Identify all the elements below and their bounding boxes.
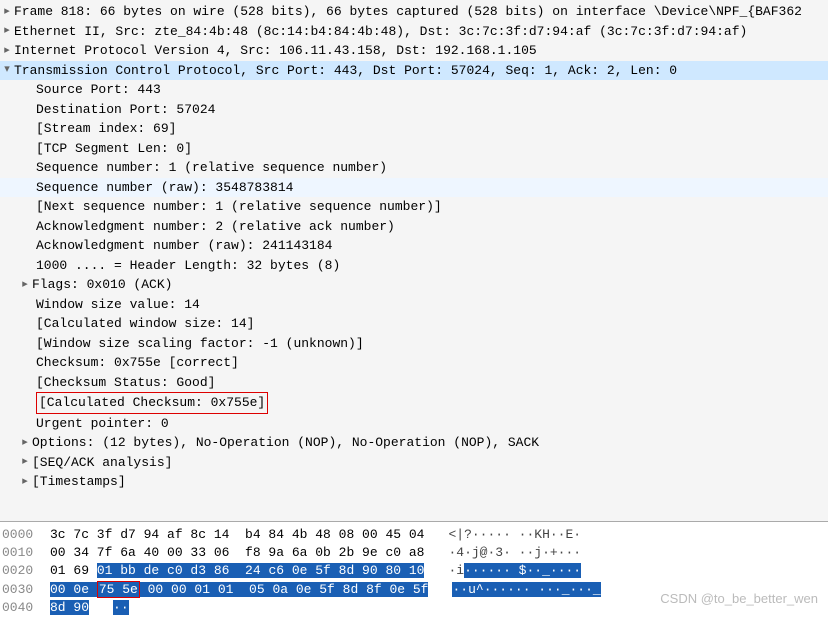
window-scale-text: [Window size scaling factor: -1 (unknown…: [36, 334, 364, 354]
hex-row-0000[interactable]: 0000 3c 7c 3f d7 94 af 8c 14 b4 84 4b 48…: [2, 526, 828, 544]
hex-bytes: 00 34 7f 6a 40 00 33 06 f8 9a 6a 0b 2b 9…: [50, 544, 424, 562]
chevron-right-icon[interactable]: ▸: [18, 474, 32, 491]
hex-ascii: ·4·j@·3· ··j·+···: [424, 544, 581, 562]
hex-bytes: 00 0e 75 5e 00 00 01 01 05 0a 0e 5f 8d 8…: [50, 581, 428, 599]
ack-number-text: Acknowledgment number: 2 (relative ack n…: [36, 217, 395, 237]
urgent-row[interactable]: Urgent pointer: 0: [0, 414, 828, 434]
watermark: CSDN @to_be_better_wen: [660, 589, 818, 609]
flags-row[interactable]: ▸ Flags: 0x010 (ACK): [0, 275, 828, 295]
hex-offset: 0000: [2, 526, 50, 544]
ack-number-row[interactable]: Acknowledgment number: 2 (relative ack n…: [0, 217, 828, 237]
frame-summary-text: Frame 818: 66 bytes on wire (528 bits), …: [14, 2, 802, 22]
tcp-seglen-row[interactable]: [TCP Segment Len: 0]: [0, 139, 828, 159]
checksum-bytes-highlight: 75 5e: [97, 581, 140, 598]
dest-port-row[interactable]: Destination Port: 57024: [0, 100, 828, 120]
seq-raw-text: Sequence number (raw): 3548783814: [36, 178, 293, 198]
hex-bytes: 01 69 01 bb de c0 d3 86 24 c6 0e 5f 8d 9…: [50, 562, 424, 580]
chevron-right-icon[interactable]: ▸: [0, 4, 14, 21]
seqack-text: [SEQ/ACK analysis]: [32, 453, 172, 473]
dest-port-text: Destination Port: 57024: [36, 100, 215, 120]
ack-raw-text: Acknowledgment number (raw): 241143184: [36, 236, 332, 256]
flags-text: Flags: 0x010 (ACK): [32, 275, 172, 295]
hex-bytes: 8d 90: [50, 599, 89, 617]
hex-offset: 0030: [2, 581, 50, 599]
hex-ascii: ··: [89, 599, 129, 617]
calc-checksum-text: [Calculated Checksum: 0x755e]: [39, 395, 265, 410]
chevron-right-icon[interactable]: ▸: [18, 435, 32, 452]
stream-index-text: [Stream index: 69]: [36, 119, 176, 139]
hex-row-0020[interactable]: 0020 01 69 01 bb de c0 d3 86 24 c6 0e 5f…: [2, 562, 828, 580]
next-seq-row[interactable]: [Next sequence number: 1 (relative seque…: [0, 197, 828, 217]
options-text: Options: (12 bytes), No-Operation (NOP),…: [32, 433, 539, 453]
ip-text: Internet Protocol Version 4, Src: 106.11…: [14, 41, 537, 61]
packet-details-pane: ▸ Frame 818: 66 bytes on wire (528 bits)…: [0, 0, 828, 522]
stream-index-row[interactable]: [Stream index: 69]: [0, 119, 828, 139]
checksum-text: Checksum: 0x755e [correct]: [36, 353, 239, 373]
timestamps-text: [Timestamps]: [32, 472, 126, 492]
calc-window-text: [Calculated window size: 14]: [36, 314, 254, 334]
hex-bytes: 3c 7c 3f d7 94 af 8c 14 b4 84 4b 48 08 0…: [50, 526, 424, 544]
ethernet-text: Ethernet II, Src: zte_84:4b:48 (8c:14:b4…: [14, 22, 747, 42]
chevron-down-icon[interactable]: ▾: [0, 62, 14, 79]
frame-summary-row[interactable]: ▸ Frame 818: 66 bytes on wire (528 bits)…: [0, 2, 828, 22]
window-size-text: Window size value: 14: [36, 295, 200, 315]
seq-raw-row[interactable]: Sequence number (raw): 3548783814: [0, 178, 828, 198]
ethernet-row[interactable]: ▸ Ethernet II, Src: zte_84:4b:48 (8c:14:…: [0, 22, 828, 42]
source-port-row[interactable]: Source Port: 443: [0, 80, 828, 100]
next-seq-text: [Next sequence number: 1 (relative seque…: [36, 197, 442, 217]
checksum-row[interactable]: Checksum: 0x755e [correct]: [0, 353, 828, 373]
ack-raw-row[interactable]: Acknowledgment number (raw): 241143184: [0, 236, 828, 256]
tcp-row[interactable]: ▾ Transmission Control Protocol, Src Por…: [0, 61, 828, 81]
seqack-row[interactable]: ▸ [SEQ/ACK analysis]: [0, 453, 828, 473]
header-length-row[interactable]: 1000 .... = Header Length: 32 bytes (8): [0, 256, 828, 276]
chevron-right-icon[interactable]: ▸: [0, 23, 14, 40]
hex-ascii: ·i······ $··_····: [424, 562, 581, 580]
seq-number-row[interactable]: Sequence number: 1 (relative sequence nu…: [0, 158, 828, 178]
timestamps-row[interactable]: ▸ [Timestamps]: [0, 472, 828, 492]
hex-ascii: ··u^······ ···_···_: [428, 581, 600, 599]
checksum-status-text: [Checksum Status: Good]: [36, 373, 215, 393]
calc-checksum-row[interactable]: [Calculated Checksum: 0x755e]: [0, 392, 828, 414]
chevron-right-icon[interactable]: ▸: [18, 454, 32, 471]
hex-ascii: <|?····· ··KH··E·: [424, 526, 581, 544]
hex-offset: 0040: [2, 599, 50, 617]
calc-window-row[interactable]: [Calculated window size: 14]: [0, 314, 828, 334]
urgent-text: Urgent pointer: 0: [36, 414, 169, 434]
checksum-status-row[interactable]: [Checksum Status: Good]: [0, 373, 828, 393]
seq-number-text: Sequence number: 1 (relative sequence nu…: [36, 158, 387, 178]
ip-row[interactable]: ▸ Internet Protocol Version 4, Src: 106.…: [0, 41, 828, 61]
hex-row-0010[interactable]: 0010 00 34 7f 6a 40 00 33 06 f8 9a 6a 0b…: [2, 544, 828, 562]
tcp-seglen-text: [TCP Segment Len: 0]: [36, 139, 192, 159]
tcp-text: Transmission Control Protocol, Src Port:…: [14, 61, 677, 81]
window-scale-row[interactable]: [Window size scaling factor: -1 (unknown…: [0, 334, 828, 354]
source-port-text: Source Port: 443: [36, 80, 161, 100]
header-length-text: 1000 .... = Header Length: 32 bytes (8): [36, 256, 340, 276]
chevron-right-icon[interactable]: ▸: [18, 277, 32, 294]
hex-offset: 0020: [2, 562, 50, 580]
window-size-row[interactable]: Window size value: 14: [0, 295, 828, 315]
options-row[interactable]: ▸ Options: (12 bytes), No-Operation (NOP…: [0, 433, 828, 453]
calc-checksum-highlight: [Calculated Checksum: 0x755e]: [36, 392, 268, 414]
hex-offset: 0010: [2, 544, 50, 562]
chevron-right-icon[interactable]: ▸: [0, 43, 14, 60]
